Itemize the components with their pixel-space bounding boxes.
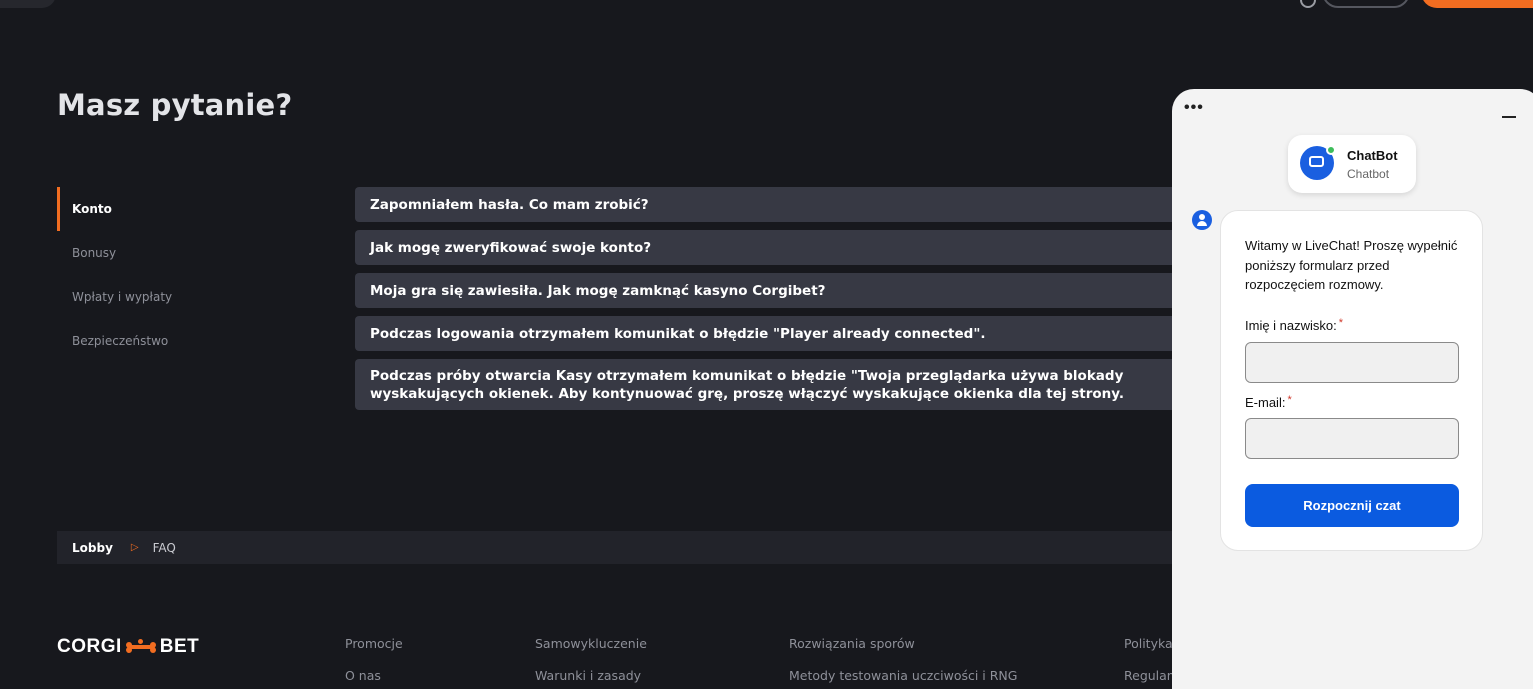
required-mark: * bbox=[1287, 394, 1292, 406]
logo-text-right: BET bbox=[159, 636, 200, 657]
breadcrumb-faq[interactable]: FAQ bbox=[153, 541, 176, 555]
category-bezpieczenstwo[interactable]: Bezpieczeństwo bbox=[57, 319, 297, 363]
faq-question[interactable]: Podczas logowania otrzymałem komunikat o… bbox=[355, 316, 1195, 351]
footer-link-metody-testowania[interactable]: Metody testowania uczciwości i RNG bbox=[789, 668, 1017, 683]
email-field[interactable] bbox=[1245, 418, 1459, 459]
footer-link-polityka[interactable]: Polityka bbox=[1124, 636, 1173, 651]
page-title: Masz pytanie? bbox=[57, 88, 293, 122]
register-button[interactable] bbox=[1421, 0, 1533, 8]
name-label: Imię i nazwisko: * bbox=[1245, 317, 1344, 333]
more-icon[interactable]: ••• bbox=[1184, 99, 1204, 117]
name-label-text: Imię i nazwisko: bbox=[1245, 318, 1337, 333]
welcome-message: Witamy w LiveChat! Proszę wypełnić poniż… bbox=[1245, 238, 1458, 292]
bot-subtitle: Chatbot bbox=[1347, 167, 1390, 181]
logo-text-left: CORGI bbox=[57, 636, 122, 657]
login-button[interactable] bbox=[1322, 0, 1410, 8]
footer-link-samowykluczenie[interactable]: Samowykluczenie bbox=[535, 636, 647, 651]
minimize-icon[interactable] bbox=[1502, 116, 1516, 118]
breadcrumb-lobby[interactable]: Lobby bbox=[72, 541, 113, 555]
search-icon[interactable] bbox=[1300, 0, 1316, 8]
start-chat-button[interactable]: Rozpocznij czat bbox=[1245, 484, 1459, 527]
faq-question[interactable]: Podczas próby otwarcia Kasy otrzymałem k… bbox=[355, 359, 1195, 410]
category-bonusy[interactable]: Bonusy bbox=[57, 231, 297, 275]
footer-link-o-nas[interactable]: O nas bbox=[345, 668, 381, 683]
faq-categories: Konto Bonusy Wpłaty i wypłaty Bezpieczeń… bbox=[57, 187, 297, 363]
breadcrumb: Lobby ▷ FAQ bbox=[57, 531, 1187, 564]
bot-name: ChatBot bbox=[1347, 148, 1398, 163]
email-label-text: E-mail: bbox=[1245, 395, 1286, 410]
user-icon bbox=[1192, 210, 1212, 230]
top-menu-button[interactable] bbox=[0, 0, 56, 8]
footer-link-rozwiazania-sporow[interactable]: Rozwiązania sporów bbox=[789, 636, 915, 651]
required-mark: * bbox=[1338, 317, 1344, 329]
category-konto[interactable]: Konto bbox=[57, 187, 297, 231]
email-label: E-mail: * bbox=[1245, 394, 1292, 410]
category-wplaty-wyplaty[interactable]: Wpłaty i wypłaty bbox=[57, 275, 297, 319]
faq-question[interactable]: Moja gra się zawiesiła. Jak mogę zamknąć… bbox=[355, 273, 1195, 308]
footer-link-promocje[interactable]: Promocje bbox=[345, 636, 403, 651]
chatbot-header-card: ChatBot Chatbot bbox=[1288, 135, 1416, 193]
bone-icon bbox=[125, 639, 156, 655]
corgibet-logo[interactable]: CORGI BET bbox=[57, 636, 199, 658]
faq-list: Zapomniałem hasła. Co mam zrobić? Jak mo… bbox=[355, 187, 1195, 418]
name-field[interactable] bbox=[1245, 342, 1459, 383]
livechat-widget: ••• ChatBot Chatbot Witamy w LiveChat! P… bbox=[1172, 89, 1533, 689]
online-dot-icon bbox=[1326, 145, 1336, 155]
chatbot-icon bbox=[1300, 145, 1336, 180]
footer-link-warunki[interactable]: Warunki i zasady bbox=[535, 668, 641, 683]
faq-question[interactable]: Zapomniałem hasła. Co mam zrobić? bbox=[355, 187, 1195, 222]
faq-question[interactable]: Jak mogę zweryfikować swoje konto? bbox=[355, 230, 1195, 265]
prechat-form: Witamy w LiveChat! Proszę wypełnić poniż… bbox=[1220, 210, 1483, 551]
chevron-right-icon: ▷ bbox=[130, 542, 139, 553]
